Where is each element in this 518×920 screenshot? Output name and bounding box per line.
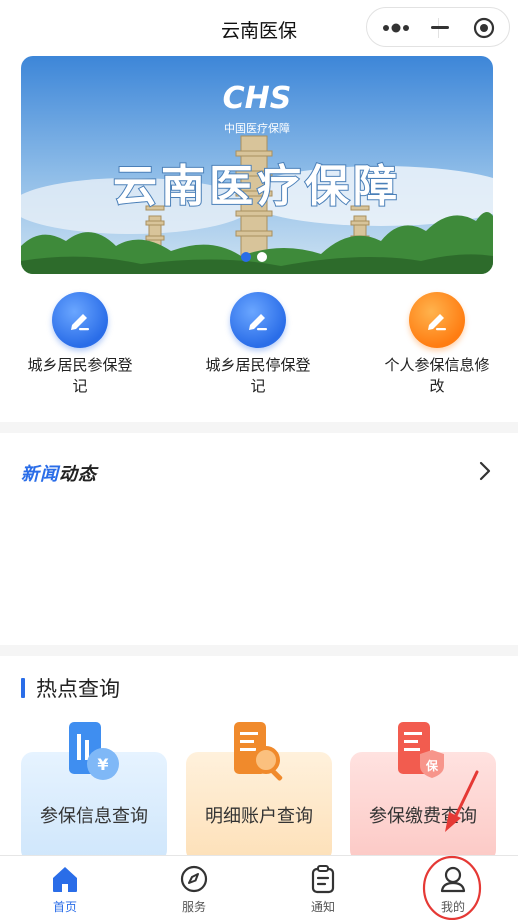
payment-query-icon: 保 [398, 722, 444, 778]
insurance-info-icon: ¥ [69, 722, 119, 780]
news-section: 新闻动态 [0, 433, 518, 645]
card-label: 参保缴费查询 [369, 806, 477, 827]
more-icon[interactable] [381, 22, 411, 34]
tab-notifications[interactable]: 通知 [283, 864, 363, 915]
banner-logo-text: CHS [223, 81, 292, 116]
mini-program-capsule [366, 7, 510, 47]
card-label: 参保信息查询 [40, 806, 148, 827]
shortcut-label: 城乡居民参保登记 [27, 356, 133, 395]
news-title-part1: 新闻 [21, 464, 59, 485]
close-icon[interactable] [473, 17, 495, 39]
tab-label: 通知 [310, 900, 335, 914]
minimize-icon[interactable] [429, 18, 451, 38]
card-insurance-info-query[interactable]: ¥ 参保信息查询 [21, 722, 167, 862]
shortcut-resident-suspend[interactable]: 城乡居民停保登记 [178, 292, 338, 397]
hot-query-title: 热点查询 [36, 677, 120, 701]
home-icon [53, 867, 77, 892]
tab-label: 服务 [181, 900, 206, 914]
edit-icon [52, 292, 108, 348]
shortcut-label: 个人参保信息修改 [384, 356, 490, 395]
card-account-detail-query[interactable]: 明细账户查询 [186, 722, 332, 862]
carousel-indicator [241, 252, 267, 262]
bottom-tab-bar: 首页 服务 通知 我的 [0, 855, 518, 920]
edit-icon [230, 292, 286, 348]
card-label: 明细账户查询 [205, 806, 313, 827]
tab-services[interactable]: 服务 [154, 864, 234, 915]
section-accent-bar [21, 678, 25, 698]
shortcut-label: 城乡居民停保登记 [205, 356, 311, 395]
edit-icon [409, 292, 465, 348]
compass-icon [180, 865, 208, 893]
banner-logo-subtitle: 中国医疗保障 [224, 121, 290, 135]
user-icon [440, 866, 466, 893]
card-payment-query[interactable]: 保 参保缴费查询 [350, 722, 496, 862]
shortcut-personal-info-edit[interactable]: 个人参保信息修改 [357, 292, 517, 397]
shortcut-resident-enroll[interactable]: 城乡居民参保登记 [0, 292, 160, 397]
hot-query-section: 热点查询 ¥ 参保信息查询 明细账户查询 保 参保缴费查询 [0, 656, 518, 862]
banner-image: CHS 中国医疗保障 云南医疗保障 [21, 56, 493, 274]
account-detail-icon [234, 722, 283, 781]
top-nav-bar: 云南医保 [0, 0, 518, 56]
svg-text:保: 保 [425, 758, 439, 773]
home-top-section: CHS 中国医疗保障 云南医疗保障 城乡居民参保登记 城乡居民停保登记 个人参保… [0, 56, 518, 422]
banner-headline: 云南医疗保障 [113, 161, 401, 212]
svg-text:¥: ¥ [97, 755, 108, 774]
tab-label: 首页 [52, 900, 77, 914]
tab-mine[interactable]: 我的 [413, 864, 493, 915]
banner-carousel[interactable]: CHS 中国医疗保障 云南医疗保障 [21, 56, 493, 274]
chevron-right-icon[interactable] [478, 461, 492, 481]
tab-home[interactable]: 首页 [25, 864, 105, 915]
tab-label: 我的 [440, 900, 465, 914]
clipboard-icon [311, 865, 335, 894]
news-title[interactable]: 新闻动态 [21, 460, 97, 486]
news-title-part2: 动态 [59, 464, 97, 485]
